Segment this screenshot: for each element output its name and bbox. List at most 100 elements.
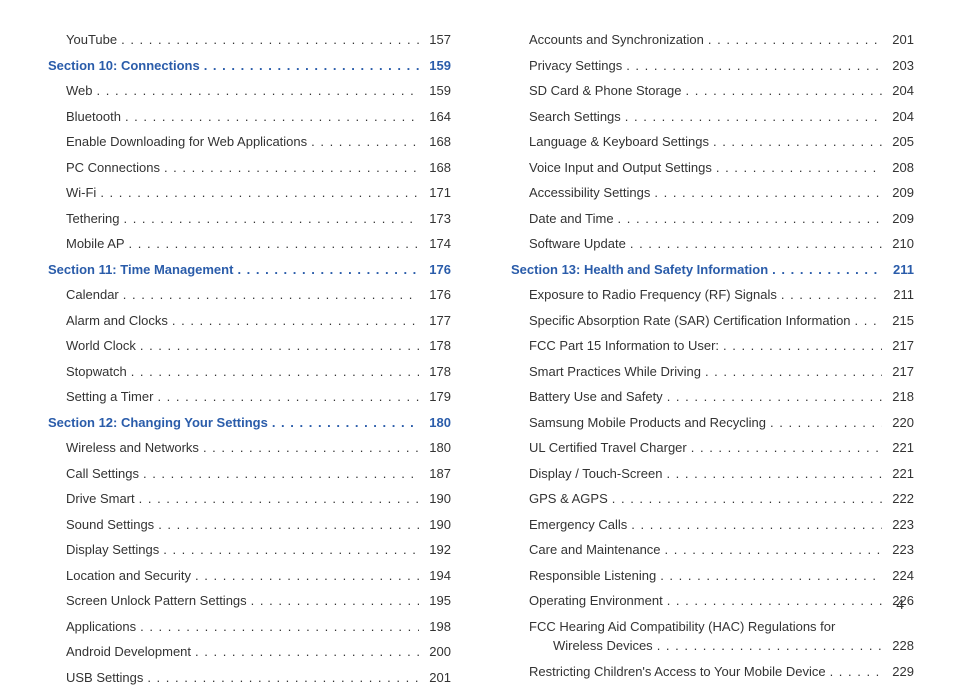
toc-entry-page: 204 <box>886 107 914 127</box>
toc-entry-label: Location and Security <box>66 566 191 586</box>
toc-entry-page: 159 <box>423 81 451 101</box>
toc-leader-dots <box>667 387 882 407</box>
toc-entry[interactable]: Specific Absorption Rate (SAR) Certifica… <box>511 311 914 331</box>
toc-entry-label: Mobile AP <box>66 234 125 254</box>
toc-entry-page: 208 <box>886 158 914 178</box>
toc-leader-dots <box>685 81 882 101</box>
toc-entry[interactable]: Restricting Children's Access to Your Mo… <box>511 662 914 682</box>
toc-entry[interactable]: Stopwatch178 <box>48 362 451 382</box>
toc-entry[interactable]: Tethering173 <box>48 209 451 229</box>
toc-entry-label: YouTube <box>66 30 117 50</box>
toc-entry[interactable]: Accessibility Settings209 <box>511 183 914 203</box>
toc-entry[interactable]: Search Settings 204 <box>511 107 914 127</box>
toc-entry-label-cont: Wireless Devices <box>553 636 653 656</box>
toc-leader-dots <box>172 311 419 331</box>
toc-entry-label: FCC Part 15 Information to User: <box>529 336 719 356</box>
toc-entry[interactable]: GPS & AGPS222 <box>511 489 914 509</box>
toc-entry-label: FCC Hearing Aid Compatibility (HAC) Regu… <box>529 617 914 637</box>
toc-entry[interactable]: PC Connections168 <box>48 158 451 178</box>
toc-entry[interactable]: Wireless and Networks180 <box>48 438 451 458</box>
toc-entry[interactable]: Responsible Listening224 <box>511 566 914 586</box>
toc-entry[interactable]: Bluetooth164 <box>48 107 451 127</box>
toc-entry[interactable]: Location and Security 194 <box>48 566 451 586</box>
toc-entry-label: Care and Maintenance <box>529 540 661 560</box>
toc-entry-label: Display / Touch-Screen <box>529 464 662 484</box>
toc-leader-dots <box>251 591 419 611</box>
toc-leader-dots <box>630 234 882 254</box>
toc-entry[interactable]: USB Settings201 <box>48 668 451 688</box>
toc-section-label: Section 13: Health and Safety Informatio… <box>511 260 768 280</box>
toc-entry-page: 220 <box>886 413 914 433</box>
toc-entry[interactable]: Voice Input and Output Settings208 <box>511 158 914 178</box>
toc-entry-label: Bluetooth <box>66 107 121 127</box>
toc-leader-dots <box>830 662 882 682</box>
toc-entry[interactable]: Wi-Fi171 <box>48 183 451 203</box>
toc-leader-dots <box>612 489 882 509</box>
toc-entry[interactable]: UL Certified Travel Charger221 <box>511 438 914 458</box>
toc-entry[interactable]: Date and Time209 <box>511 209 914 229</box>
toc-leader-dots <box>140 617 419 637</box>
toc-leader-dots <box>713 132 882 152</box>
toc-entry[interactable]: Language & Keyboard Settings205 <box>511 132 914 152</box>
toc-leader-dots <box>654 183 882 203</box>
toc-entry-label: Smart Practices While Driving <box>529 362 701 382</box>
toc-entry-page: 210 <box>886 234 914 254</box>
toc-entry[interactable]: Care and Maintenance223 <box>511 540 914 560</box>
toc-leader-dots <box>660 566 882 586</box>
toc-section-heading[interactable]: Section 10: Connections159 <box>48 56 451 76</box>
toc-entry[interactable]: Enable Downloading for Web Applications1… <box>48 132 451 152</box>
toc-entry[interactable]: Battery Use and Safety218 <box>511 387 914 407</box>
toc-entry[interactable]: YouTube157 <box>48 30 451 50</box>
toc-entry[interactable]: Privacy Settings203 <box>511 56 914 76</box>
toc-section-heading[interactable]: Section 12: Changing Your Settings180 <box>48 413 451 433</box>
toc-entry[interactable]: SD Card & Phone Storage204 <box>511 81 914 101</box>
toc-section-heading[interactable]: Section 13: Health and Safety Informatio… <box>511 260 914 280</box>
toc-leader-dots <box>203 438 419 458</box>
toc-entry[interactable]: Display Settings192 <box>48 540 451 560</box>
toc-entry[interactable]: Web159 <box>48 81 451 101</box>
toc-entry-label: Screen Unlock Pattern Settings <box>66 591 247 611</box>
toc-entry[interactable]: Android Development200 <box>48 642 451 662</box>
toc-section-page: 176 <box>423 260 451 280</box>
toc-entry-page: 228 <box>886 636 914 656</box>
toc-entry[interactable]: Drive Smart190 <box>48 489 451 509</box>
toc-entry[interactable]: Screen Unlock Pattern Settings195 <box>48 591 451 611</box>
toc-entry[interactable]: Setting a Timer179 <box>48 387 451 407</box>
toc-entry[interactable]: Sound Settings190 <box>48 515 451 535</box>
toc-leader-dots <box>204 56 419 76</box>
toc-entry[interactable]: FCC Part 15 Information to User: 217 <box>511 336 914 356</box>
toc-entry[interactable]: Display / Touch-Screen 221 <box>511 464 914 484</box>
toc-entry[interactable]: Operating Environment226 <box>511 591 914 611</box>
toc-entry[interactable]: Smart Practices While Driving217 <box>511 362 914 382</box>
toc-entry-page: 204 <box>886 81 914 101</box>
toc-leader-dots <box>626 56 882 76</box>
toc-entry[interactable]: Calendar176 <box>48 285 451 305</box>
toc-entry-page: 198 <box>423 617 451 637</box>
toc-entry[interactable]: Mobile AP 174 <box>48 234 451 254</box>
toc-entry-page: 174 <box>423 234 451 254</box>
toc-entry[interactable]: Exposure to Radio Frequency (RF) Signals… <box>511 285 914 305</box>
toc-entry[interactable]: World Clock178 <box>48 336 451 356</box>
toc-entry-page: 194 <box>423 566 451 586</box>
toc-section-page: 180 <box>423 413 451 433</box>
toc-entry[interactable]: Accounts and Synchronization201 <box>511 30 914 50</box>
toc-entry-page: 180 <box>423 438 451 458</box>
toc-entry-label: Privacy Settings <box>529 56 622 76</box>
toc-entry[interactable]: Alarm and Clocks177 <box>48 311 451 331</box>
toc-entry[interactable]: Samsung Mobile Products and Recycling220 <box>511 413 914 433</box>
toc-entry-page: 217 <box>886 336 914 356</box>
toc-entry-label: Display Settings <box>66 540 159 560</box>
toc-entry-page: 221 <box>886 464 914 484</box>
toc-entry[interactable]: FCC Hearing Aid Compatibility (HAC) Regu… <box>511 617 914 656</box>
toc-entry[interactable]: Applications198 <box>48 617 451 637</box>
toc-entry-label: Search Settings <box>529 107 621 127</box>
toc-entry[interactable]: Call Settings187 <box>48 464 451 484</box>
toc-entry-page: 224 <box>886 566 914 586</box>
toc-section-heading[interactable]: Section 11: Time Management176 <box>48 260 451 280</box>
toc-entry[interactable]: Emergency Calls223 <box>511 515 914 535</box>
toc-entry-page: 176 <box>423 285 451 305</box>
toc-leader-dots <box>311 132 419 152</box>
toc-entry[interactable]: Software Update210 <box>511 234 914 254</box>
toc-entry-label: Sound Settings <box>66 515 154 535</box>
toc-entry-page: 209 <box>886 209 914 229</box>
